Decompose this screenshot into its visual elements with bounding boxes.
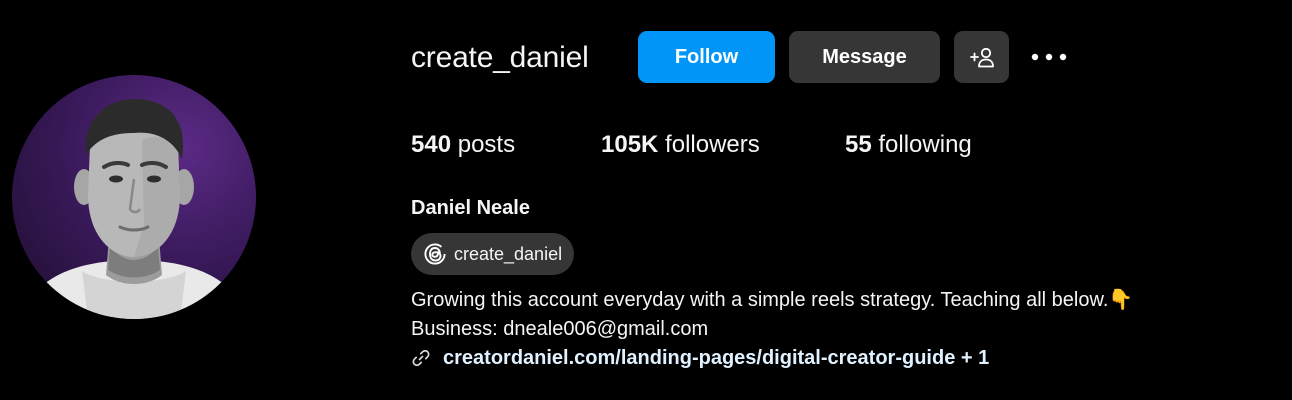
bio-link-text[interactable]: creatordaniel.com/landing-pages/digital-… (443, 344, 989, 372)
following-number: 55 (845, 131, 872, 158)
following-count[interactable]: 55 following (845, 130, 972, 160)
profile-photo-icon (22, 98, 246, 319)
more-options-button[interactable] (1028, 40, 1070, 74)
more-options-icon (1031, 53, 1067, 61)
bio-line-2: Business: dneale006@gmail.com (411, 318, 709, 340)
message-button[interactable]: Message (789, 31, 940, 83)
followers-count[interactable]: 105K followers (601, 130, 760, 160)
posts-number: 540 (411, 131, 452, 158)
threads-badge[interactable]: create_daniel (411, 233, 575, 275)
profile-header: create_daniel Follow Message 540 posts 1… (0, 0, 1292, 400)
following-label: following (878, 131, 972, 158)
followers-number: 105K (601, 131, 659, 158)
link-icon (412, 349, 430, 367)
bio-link[interactable]: creatordaniel.com/landing-pages/digital-… (411, 344, 989, 372)
full-name: Daniel Neale (411, 197, 530, 219)
posts-label: posts (457, 131, 516, 158)
suggested-accounts-button[interactable] (954, 31, 1009, 83)
username: create_daniel (411, 41, 589, 74)
threads-handle: create_daniel (454, 243, 563, 264)
followers-label: followers (665, 131, 760, 158)
follow-button[interactable]: Follow (638, 31, 775, 83)
posts-count[interactable]: 540 posts (411, 130, 515, 160)
bio-line-1: Growing this account everyday with a sim… (411, 289, 1134, 311)
avatar[interactable] (12, 75, 256, 319)
person-add-icon (969, 47, 994, 68)
threads-icon (424, 243, 446, 265)
